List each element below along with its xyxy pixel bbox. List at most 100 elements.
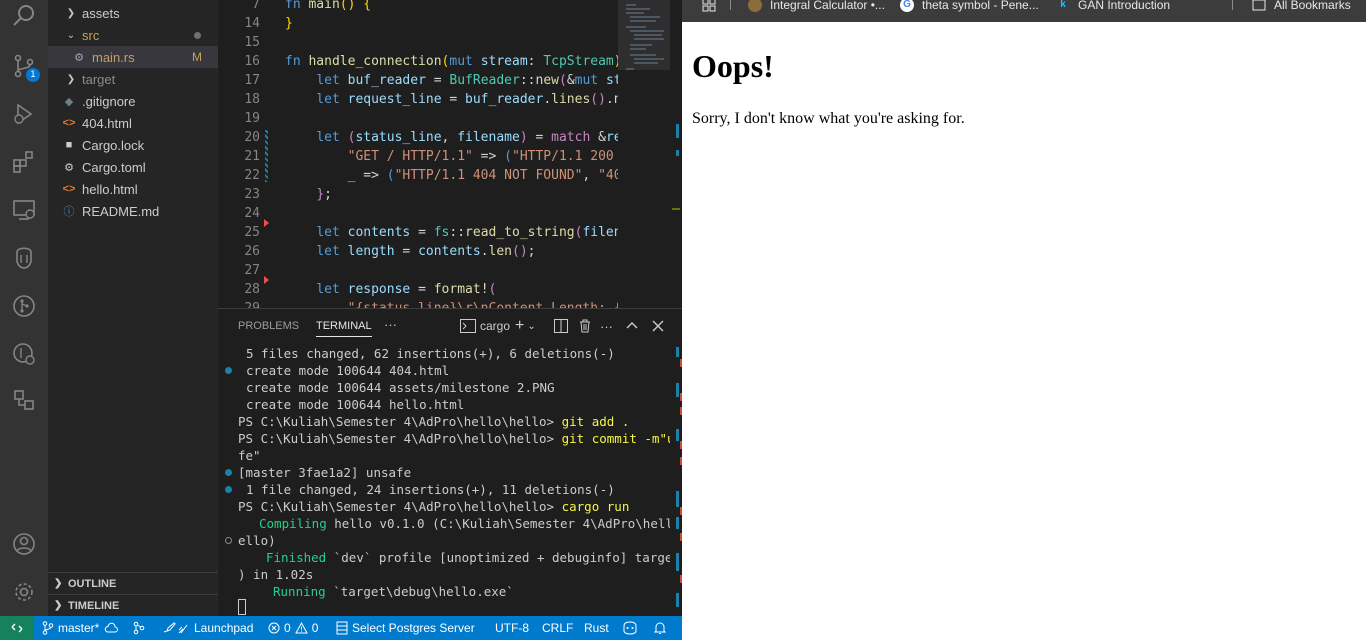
copilot-button[interactable] (622, 616, 642, 640)
minimap[interactable] (618, 0, 670, 308)
terminal-line: create mode 100644 hello.html (246, 397, 465, 412)
encoding-button[interactable]: UTF-8 (495, 616, 529, 640)
git-graph-icon (133, 621, 145, 635)
tree-folder-assets[interactable]: ❯ assets (48, 2, 218, 24)
timeline-view-icon[interactable] (0, 376, 48, 424)
code-line: 7 fn main() { (252, 0, 372, 12)
tree-folder-target[interactable]: ❯ target (48, 68, 218, 90)
git-graph-button[interactable] (132, 616, 150, 640)
command-decoration-icon (225, 367, 232, 374)
code-line: 28 let response = format!( (244, 282, 497, 297)
tree-file-cargo-toml[interactable]: ⚙ Cargo.toml (48, 156, 218, 178)
search-icon[interactable] (0, 0, 48, 40)
launchpad-button[interactable]: Launchpad (162, 616, 253, 640)
tree-file-hello-html[interactable]: <> hello.html (48, 178, 218, 200)
chevron-right-icon: ❯ (66, 73, 76, 85)
close-panel-button[interactable] (652, 317, 664, 335)
activity-bar: 1 (0, 0, 48, 616)
kill-terminal-button[interactable] (578, 317, 592, 335)
terminal-line: create mode 100644 assets/milestone 2.PN… (246, 380, 555, 395)
terminal-output[interactable]: 5 files changed, 62 insertions(+), 6 del… (218, 345, 670, 617)
rocket-icon (163, 622, 188, 634)
lock-file-icon: ■ (65, 139, 73, 151)
bell-icon (654, 622, 666, 634)
branch-status-item[interactable]: master* (42, 616, 99, 640)
command-decoration-icon (225, 486, 232, 493)
split-terminal-button[interactable] (554, 317, 568, 335)
database-icon[interactable] (0, 234, 48, 282)
tab-terminal[interactable]: TERMINAL (316, 320, 372, 337)
code-line: 25 let contents = fs::read_to_string(fil… (244, 225, 618, 240)
editor-scrollbar[interactable] (670, 0, 682, 308)
terminal-line: create mode 100644 404.html (246, 363, 450, 378)
tree-file-404-html[interactable]: <> 404.html (48, 112, 218, 134)
outline-section-header[interactable]: ❯ OUTLINE (48, 572, 218, 594)
gutter-deleted-marker (264, 276, 269, 284)
terminal-line: Compiling hello v0.1.0 (C:\Kuliah\Semest… (259, 516, 670, 531)
settings-icon[interactable] (0, 568, 48, 616)
modified-dot-icon (194, 31, 201, 39)
code-editor[interactable]: 7 fn main() { 14} 15 16 fn handle_connecti… (218, 0, 682, 308)
line-ending-button[interactable]: CRLF (542, 616, 573, 640)
git-graph-icon[interactable] (0, 282, 48, 330)
close-icon (652, 320, 664, 332)
terminal-more-button[interactable]: ··· (600, 317, 613, 335)
accounts-icon[interactable] (0, 520, 48, 568)
tree-file-readme[interactable]: ⓘ README.md (48, 200, 218, 222)
language-mode-button[interactable]: Rust (584, 616, 609, 640)
google-favicon-icon: G (900, 0, 914, 12)
tree-file-gitignore[interactable]: ◆ .gitignore (48, 90, 218, 112)
code-line: 17 let buf_reader = BufReader::new(&mut … (244, 73, 618, 88)
code-line: 14} (244, 16, 293, 31)
chevron-down-icon: ⌄ (527, 320, 536, 332)
more-actions-button[interactable]: ··· (384, 317, 397, 332)
docker-icon[interactable] (0, 330, 48, 378)
sync-button[interactable] (104, 616, 122, 640)
bookmark-theta-symbol[interactable]: G theta symbol - Pene... (900, 0, 1039, 15)
trash-icon (580, 319, 590, 333)
postgres-server-button[interactable]: Select Postgres Server (336, 616, 475, 640)
terminal-icon (460, 319, 476, 333)
terminal-line: Finished `dev` profile [unoptimized + de… (266, 550, 670, 565)
remote-explorer-icon[interactable] (0, 186, 48, 234)
code-line: 19 (244, 111, 260, 126)
bookmark-gan-introduction[interactable]: k GAN Introduction (1056, 0, 1170, 15)
bookmark-separator (730, 0, 731, 10)
tree-folder-src[interactable]: ⌄ src (48, 24, 218, 46)
apps-grid-icon (702, 0, 716, 12)
cloud-sync-icon (104, 622, 118, 633)
error-icon (268, 622, 280, 634)
timeline-section-header[interactable]: ❯ TIMELINE (48, 594, 218, 616)
code-line: 21 "GET / HTTP/1.1" => ("HTTP/1.1 200 OK… (244, 149, 614, 164)
page-title: Oops! (692, 48, 774, 84)
modified-status-badge: M (192, 50, 202, 64)
run-debug-icon[interactable] (0, 90, 48, 138)
bookmarks-bar: Integral Calculator •... G theta symbol … (682, 0, 1366, 22)
code-line: 23 }; (244, 187, 332, 202)
bookmark-integral-calculator[interactable]: Integral Calculator •... (748, 0, 885, 15)
apps-button[interactable] (702, 0, 716, 15)
gitignore-file-icon: ◆ (64, 95, 74, 108)
info-icon: ⓘ (63, 206, 75, 218)
terminal-selector[interactable]: cargo (460, 317, 510, 335)
source-control-icon[interactable]: 1 (0, 42, 48, 90)
terminal-line: 1 file changed, 24 insertions(+), 11 del… (246, 482, 615, 497)
new-terminal-button[interactable]: + ⌄ (515, 317, 536, 335)
terminal-scrollbar[interactable] (670, 345, 682, 617)
status-bar: master* Launchpad 0 0 Select Postgres Se… (0, 616, 682, 640)
tab-problems[interactable]: PROBLEMS (238, 320, 299, 332)
source-control-badge: 1 (26, 68, 40, 82)
code-line: 22 _ => ("HTTP/1.1 404 NOT FOUND", "404.… (244, 168, 618, 183)
extensions-icon[interactable] (0, 138, 48, 186)
remote-indicator-button[interactable] (0, 616, 34, 640)
problems-status-item[interactable]: 0 0 (268, 616, 318, 640)
notifications-button[interactable] (654, 616, 670, 640)
maximize-panel-button[interactable] (626, 317, 638, 335)
chevron-up-icon (626, 322, 638, 329)
code-area[interactable]: 7 fn main() { 14} 15 16 fn handle_connecti… (218, 0, 618, 308)
tree-file-cargo-lock[interactable]: ■ Cargo.lock (48, 134, 218, 156)
code-line: 24 (244, 206, 260, 221)
tree-file-main-rs[interactable]: ⚙ main.rs M (48, 46, 218, 68)
web-page-content: Oops! Sorry, I don't know what you're as… (682, 22, 1366, 640)
all-bookmarks-button[interactable]: All Bookmarks (1252, 0, 1351, 15)
